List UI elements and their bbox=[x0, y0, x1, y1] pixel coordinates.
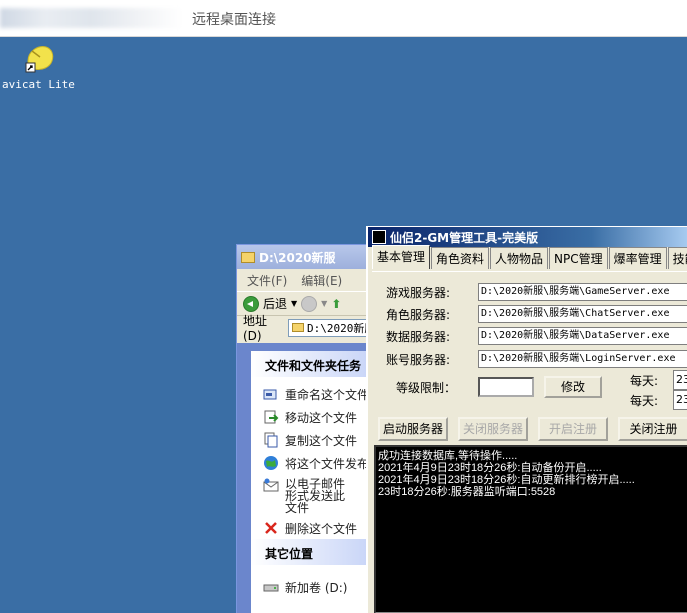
daily-hour-input-1[interactable]: 23 bbox=[673, 370, 687, 390]
folder-icon bbox=[241, 251, 255, 263]
address-label: 地址(D) bbox=[243, 314, 268, 343]
task-copy[interactable]: 复制这个文件 bbox=[251, 429, 375, 452]
app-icon bbox=[372, 230, 386, 244]
task-label: 将这个文件发布 bbox=[285, 457, 370, 471]
log-line: 23时18分26秒:服务器监听端口:5528 bbox=[378, 486, 556, 498]
start-server-button[interactable]: 启动服务器 bbox=[378, 417, 448, 441]
gm-tool-window: 仙侣2-GM管理工具-完美版 基本管理 角色资料 人物物品 NPC管理 爆率管理… bbox=[366, 226, 687, 613]
other-places-title[interactable]: 其它位置 bbox=[251, 539, 375, 565]
tab-skills[interactable]: 技能 bbox=[667, 247, 687, 269]
level-limit-label: 等级限制： bbox=[396, 381, 457, 395]
task-label: 重命名这个文件 bbox=[285, 388, 370, 402]
server-control-buttons: 启动服务器 关闭服务器 开启注册 关闭注册 bbox=[374, 417, 687, 443]
desktop-icon-label: avicat Lite bbox=[2, 78, 75, 91]
basic-management-panel: 游戏服务器: D:\2020新服\服务端\GameServer.exe 角色服务… bbox=[372, 271, 687, 416]
task-email[interactable]: 以电子邮件形式发送此文件 bbox=[251, 475, 375, 517]
forward-arrow-icon[interactable] bbox=[301, 295, 318, 312]
explorer-window: D:\2020新服 文件(F) 编辑(E) 后退 ▼ ▼ ⬆ 地址(D) D:\… bbox=[236, 244, 376, 613]
navicat-dolphin-icon bbox=[25, 46, 54, 73]
login-server-path-input[interactable]: D:\2020新服\服务端\LoginServer.exe bbox=[478, 350, 687, 368]
data-server-path-input[interactable]: D:\2020新服\服务端\DataServer.exe bbox=[478, 327, 687, 345]
address-bar: 地址(D) D:\2020新服 bbox=[237, 314, 375, 343]
server-row-chat: 角色服务器: D:\2020新服\服务端\ChatServer.exe bbox=[386, 305, 687, 323]
tab-npc[interactable]: NPC管理 bbox=[549, 247, 608, 269]
publish-web-icon bbox=[264, 456, 278, 470]
gm-title: 仙侣2-GM管理工具-完美版 bbox=[390, 230, 539, 245]
modify-button[interactable]: 修改 bbox=[544, 376, 602, 398]
daily-label-2: 每天: bbox=[630, 394, 659, 408]
log-console: 成功连接数据库,等待操作..... 2021年4月9日23时18分26秒:自动备… bbox=[374, 445, 687, 613]
task-label: 删除这个文件 bbox=[285, 522, 358, 536]
close-register-button[interactable]: 关闭注册 bbox=[618, 417, 687, 441]
task-rename[interactable]: 重命名这个文件 bbox=[251, 383, 375, 406]
address-value: D:\2020新服 bbox=[307, 321, 375, 335]
gm-titlebar[interactable]: 仙侣2-GM管理工具-完美版 bbox=[368, 227, 687, 247]
email-icon bbox=[263, 478, 279, 492]
explorer-title: D:\2020新服 bbox=[259, 250, 336, 265]
delete-icon bbox=[265, 522, 277, 534]
level-limit-input[interactable] bbox=[478, 377, 534, 397]
drive-icon bbox=[263, 584, 279, 592]
remote-desktop-title: 远程桌面连接 bbox=[192, 12, 276, 28]
rename-icon bbox=[263, 389, 277, 400]
file-tasks-panel: 文件和文件夹任务 重命名这个文件 移动这个文件 复制这个文件 将这个文件发布 以… bbox=[251, 351, 375, 540]
server-label: 数据服务器: bbox=[386, 329, 451, 344]
tab-roles[interactable]: 角色资料 bbox=[431, 247, 490, 269]
gm-tabs: 基本管理 角色资料 人物物品 NPC管理 爆率管理 技能 bbox=[368, 245, 687, 269]
open-register-button[interactable]: 开启注册 bbox=[538, 417, 608, 441]
log-line: 成功连接数据库,等待操作..... bbox=[378, 450, 518, 462]
server-label: 游戏服务器: bbox=[386, 285, 451, 300]
explorer-titlebar[interactable]: D:\2020新服 bbox=[237, 245, 375, 269]
folder-icon bbox=[292, 323, 305, 332]
move-icon bbox=[264, 410, 279, 424]
place-drive-d[interactable]: 新加卷 (D:) bbox=[251, 565, 375, 599]
task-label: 复制这个文件 bbox=[285, 434, 358, 448]
daily-hour-input-2[interactable]: 23 bbox=[673, 390, 687, 410]
task-delete[interactable]: 删除这个文件 bbox=[251, 517, 375, 540]
copy-icon bbox=[264, 432, 278, 448]
server-row-data: 数据服务器: D:\2020新服\服务端\DataServer.exe bbox=[386, 327, 687, 345]
server-label: 角色服务器: bbox=[386, 307, 451, 322]
menu-edit[interactable]: 编辑(E) bbox=[301, 272, 342, 289]
back-arrow-icon[interactable] bbox=[243, 295, 259, 312]
other-places-panel: 其它位置 新加卷 (D:) bbox=[251, 539, 375, 613]
server-row-game: 游戏服务器: D:\2020新服\服务端\GameServer.exe bbox=[386, 283, 687, 301]
file-tasks-title[interactable]: 文件和文件夹任务 bbox=[251, 351, 375, 377]
log-line: 2021年4月9日23时18分26秒:自动备份开启..... bbox=[378, 462, 602, 474]
task-label: 以电子邮件形式发送此文件 bbox=[285, 477, 346, 515]
task-publish[interactable]: 将这个文件发布 bbox=[251, 452, 375, 475]
game-server-path-input[interactable]: D:\2020新服\服务端\GameServer.exe bbox=[478, 283, 687, 301]
tab-droprate[interactable]: 爆率管理 bbox=[608, 247, 667, 269]
desktop-icon-navicat[interactable]: avicat Lite bbox=[2, 41, 75, 91]
chevron-down-icon[interactable]: ▼ bbox=[291, 299, 297, 308]
server-row-login: 账号服务器: D:\2020新服\服务端\LoginServer.exe bbox=[386, 350, 687, 368]
menu-file[interactable]: 文件(F) bbox=[247, 272, 287, 289]
chevron-down-icon[interactable]: ▼ bbox=[321, 299, 327, 308]
address-input[interactable]: D:\2020新服 bbox=[288, 318, 375, 337]
remote-desktop-titlebar: 远程桌面连接 bbox=[0, 0, 687, 37]
tab-items[interactable]: 人物物品 bbox=[490, 247, 549, 269]
daily-label-1: 每天: bbox=[630, 374, 659, 388]
task-label: 移动这个文件 bbox=[285, 411, 358, 425]
server-label: 账号服务器: bbox=[386, 352, 451, 367]
log-line: 2021年4月9日23时18分26秒:自动更新排行榜开启..... bbox=[378, 474, 635, 486]
explorer-task-pane: 文件和文件夹任务 重命名这个文件 移动这个文件 复制这个文件 将这个文件发布 以… bbox=[237, 343, 375, 613]
up-folder-icon[interactable]: ⬆ bbox=[331, 297, 341, 311]
back-button-label[interactable]: 后退 bbox=[263, 295, 287, 312]
task-move[interactable]: 移动这个文件 bbox=[251, 406, 375, 429]
explorer-menubar: 文件(F) 编辑(E) bbox=[237, 269, 375, 291]
blurred-host-name bbox=[0, 8, 182, 28]
stop-server-button[interactable]: 关闭服务器 bbox=[458, 417, 528, 441]
place-label: 新加卷 (D:) bbox=[285, 581, 348, 595]
tab-basic[interactable]: 基本管理 bbox=[372, 245, 431, 269]
chat-server-path-input[interactable]: D:\2020新服\服务端\ChatServer.exe bbox=[478, 305, 687, 323]
